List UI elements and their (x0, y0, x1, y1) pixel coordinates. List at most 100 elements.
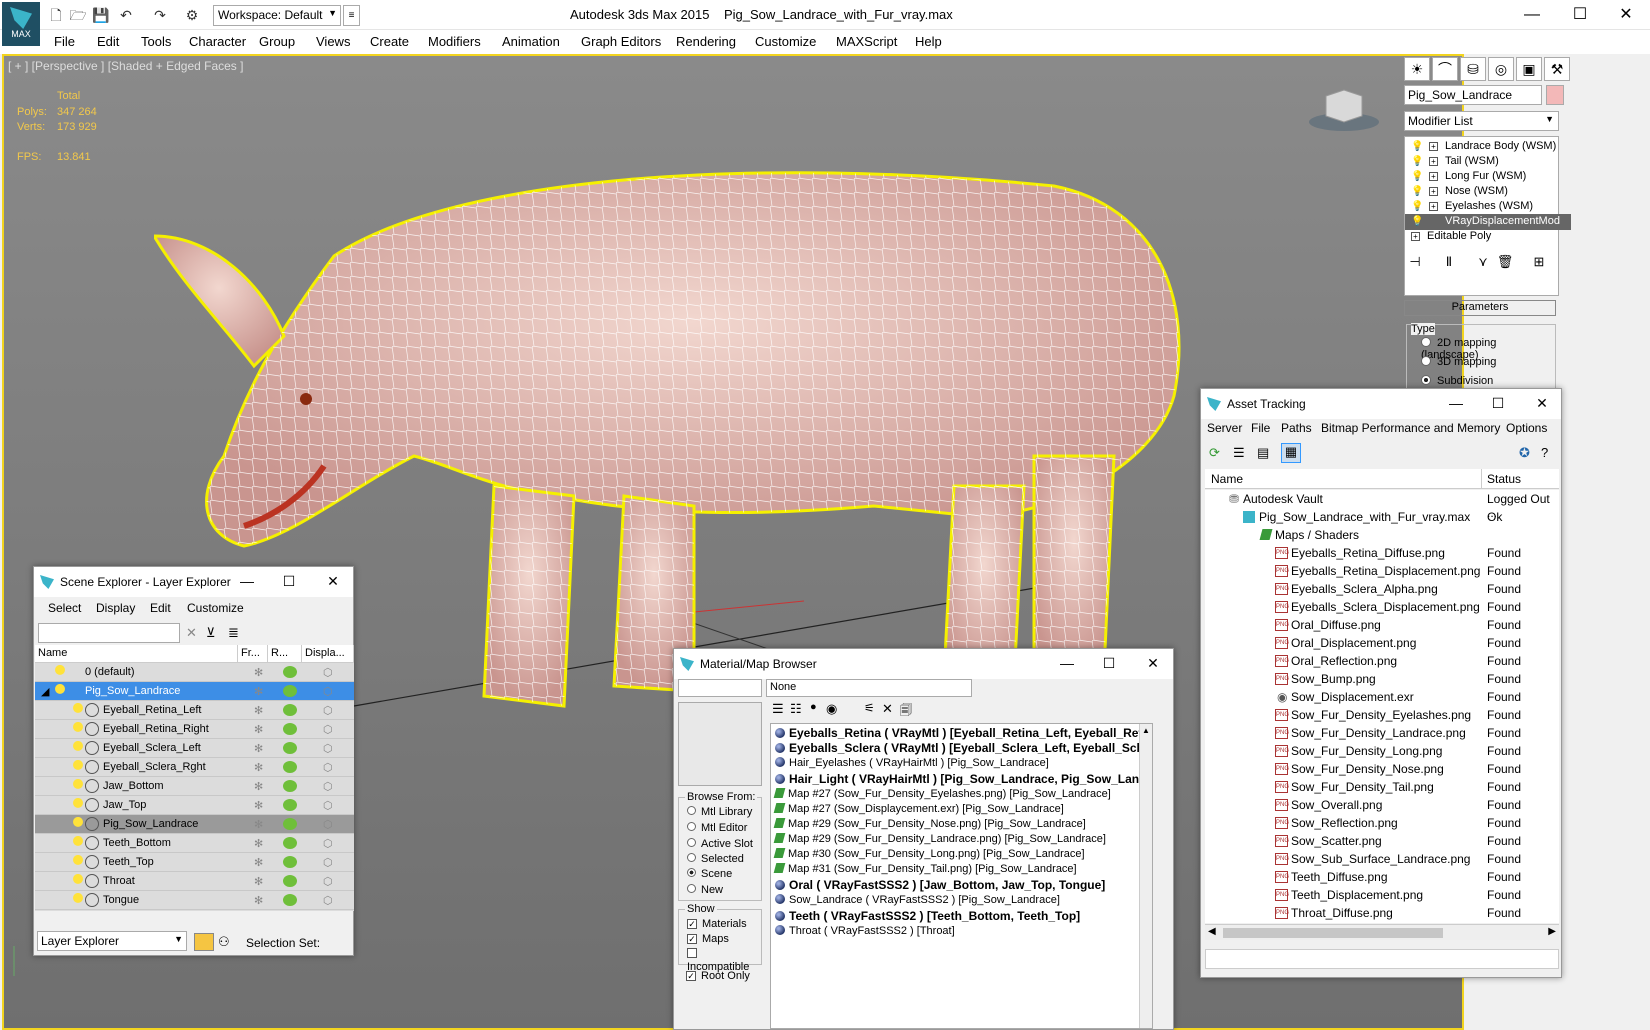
table-row[interactable]: PNG Sow_Bump.png Found (1205, 670, 1559, 688)
modifier-list-dropdown[interactable]: Modifier List ▼ (1404, 111, 1559, 131)
freeze-icon[interactable]: ✻ (254, 894, 263, 907)
scroll-right-icon[interactable]: ▶ (1548, 926, 1556, 937)
menu-paths[interactable]: Paths (1281, 421, 1312, 435)
tree-row[interactable]: Teeth_Bottom ✻ ⬡ (35, 834, 354, 853)
minimize-button[interactable]: — (232, 573, 262, 589)
column-divider[interactable] (1481, 469, 1482, 489)
workspace-menu-button[interactable]: ≡ (343, 5, 360, 26)
render-icon[interactable] (283, 818, 297, 830)
stack-item-long-fur[interactable]: 💡 + Long Fur (WSM) (1405, 169, 1571, 185)
expand-icon[interactable]: + (1429, 202, 1438, 211)
delete-icon[interactable]: ✕ (882, 701, 893, 717)
menu-file[interactable]: File (54, 34, 75, 49)
redo-icon[interactable]: ↷ (150, 5, 170, 25)
bulb-icon[interactable] (73, 836, 83, 850)
material-name-field[interactable]: None (766, 679, 972, 697)
bulb-icon[interactable] (73, 798, 83, 812)
sphere-icon[interactable]: ◉ (826, 701, 837, 717)
radio-3d-mapping[interactable]: 3D mapping (1421, 356, 1496, 368)
menu-views[interactable]: Views (316, 34, 350, 49)
freeze-icon[interactable]: ✻ (254, 818, 263, 831)
options-icon[interactable]: ≣ (228, 625, 239, 641)
freeze-icon[interactable]: ✻ (254, 704, 263, 717)
list-icon[interactable]: ☰ (1233, 445, 1245, 461)
display-icon[interactable]: ⬡ (323, 875, 333, 888)
menu-select[interactable]: Select (48, 601, 81, 615)
freeze-icon[interactable]: ✻ (254, 856, 263, 869)
tree-row[interactable]: Pig_Sow_Landrace ✻ ⬡ (35, 815, 354, 834)
list-item[interactable]: Eyeballs_Retina ( VRayMtl ) [Eyeball_Ret… (775, 726, 1152, 740)
list-item[interactable]: Throat ( VRayFastSSS2 ) [Throat] (775, 925, 955, 937)
tree-row[interactable]: Eyeball_Sclera_Left ✻ ⬡ (35, 739, 354, 758)
table-row[interactable]: PNG Teeth_Diffuse.png Found (1205, 868, 1559, 886)
display-icon[interactable]: ⬡ (323, 837, 333, 850)
column-name[interactable]: Name (1211, 472, 1243, 486)
column-frozen[interactable]: Fr... (238, 645, 268, 663)
bulb-icon[interactable]: 💡 (1411, 201, 1423, 213)
minimize-button[interactable]: — (1512, 4, 1552, 26)
pin-stack-icon[interactable]: ⊣ (1404, 254, 1426, 274)
update-icon[interactable]: ⚟ (864, 701, 875, 715)
render-icon[interactable] (283, 875, 297, 887)
menu-modifiers[interactable]: Modifiers (428, 34, 481, 49)
freeze-icon[interactable]: ✻ (254, 742, 263, 755)
hierarchy-mode-icon[interactable]: ⚇ (218, 934, 230, 950)
bulb-icon[interactable] (73, 817, 83, 831)
stack-item-editable-poly[interactable]: + Editable Poly (1405, 229, 1571, 245)
material-browser-titlebar[interactable]: Material/Map Browser — ☐ ✕ (674, 649, 1173, 679)
table-row[interactable]: PNG Throat_Diffuse.png Found (1205, 904, 1559, 922)
freeze-icon[interactable]: ✻ (254, 799, 263, 812)
scroll-thumb[interactable] (1223, 928, 1443, 938)
expand-icon[interactable]: + (1429, 157, 1438, 166)
undo-icon[interactable]: ↶ (116, 5, 136, 25)
menu-file[interactable]: File (1251, 421, 1270, 435)
display-icon[interactable]: ⬡ (323, 818, 333, 831)
render-icon[interactable] (283, 894, 297, 906)
table-row[interactable]: PNG Eyeballs_Retina_Displacement.png Found (1205, 562, 1559, 580)
table-row[interactable]: ◉ Sow_Displacement.exr Found (1205, 688, 1559, 706)
bulb-icon[interactable] (55, 684, 65, 698)
checkbox-root-only[interactable]: ✓ Root Only (686, 970, 750, 982)
menu-character[interactable]: Character (189, 34, 246, 49)
table-row[interactable]: PNG Eyeballs_Retina_Diffuse.png Found (1205, 544, 1559, 562)
expand-icon[interactable]: + (1429, 172, 1438, 181)
freeze-icon[interactable]: ✻ (254, 875, 263, 888)
render-icon[interactable] (283, 761, 297, 773)
explorer-type-dropdown[interactable]: Layer Explorer ▼ (37, 931, 187, 951)
list-item[interactable]: Oral ( VRayFastSSS2 ) [Jaw_Bottom, Jaw_T… (775, 878, 1105, 892)
column-render[interactable]: R... (268, 645, 302, 663)
render-icon[interactable] (283, 742, 297, 754)
menu-edit[interactable]: Edit (150, 601, 171, 615)
table-view-icon[interactable]: ▦ (1281, 443, 1301, 463)
render-icon[interactable] (283, 704, 297, 716)
parameters-rollout[interactable]: Parameters (1404, 300, 1556, 316)
tree-row[interactable]: Jaw_Top ✻ ⬡ (35, 796, 354, 815)
menu-tools[interactable]: Tools (141, 34, 171, 49)
vault-icon[interactable]: ✪ (1519, 445, 1530, 461)
display-icon[interactable]: ⬡ (323, 723, 333, 736)
bulb-icon[interactable]: 💡 (1411, 141, 1423, 153)
tree-row[interactable]: 0 (default) ✻ ⬡ (35, 663, 354, 682)
close-button[interactable]: ✕ (1527, 395, 1557, 412)
menu-rendering[interactable]: Rendering (676, 34, 736, 49)
save-icon[interactable]: 💾 (91, 5, 111, 25)
stack-item-vray-displacement[interactable]: 💡 VRayDisplacementMod (1405, 214, 1571, 230)
bulb-icon[interactable] (73, 855, 83, 869)
open-file-icon[interactable]: 🗁 (68, 5, 88, 25)
list-item[interactable]: Sow_Landrace ( VRayFastSSS2 ) [Pig_Sow_L… (775, 894, 1060, 906)
tree-row[interactable]: Eyeball_Sclera_Rght ✻ ⬡ (35, 758, 354, 777)
list-item[interactable]: Map #27 (Sow_Fur_Density_Eyelashes.png) … (773, 788, 1111, 800)
table-row[interactable]: PNG Oral_Diffuse.png Found (1205, 616, 1559, 634)
table-row[interactable]: PNG Eyeballs_Sclera_Displacement.png Found (1205, 598, 1559, 616)
list-item[interactable]: Hair_Eyelashes ( VRayHairMtl ) [Pig_Sow_… (775, 757, 1049, 769)
display-icon[interactable]: ⬡ (323, 856, 333, 869)
tree-row[interactable]: Jaw_Bottom ✻ ⬡ (35, 777, 354, 796)
menu-customize[interactable]: Customize (755, 34, 816, 49)
menu-graph-editors[interactable]: Graph Editors (581, 34, 661, 49)
tree-row[interactable]: Eyeball_Retina_Left ✻ ⬡ (35, 701, 354, 720)
expand-icon[interactable]: + (1411, 232, 1420, 241)
dot-icon[interactable]: ● (810, 701, 817, 713)
column-display[interactable]: Displa... (302, 645, 354, 663)
copy-icon[interactable]: 🗐 (900, 701, 912, 722)
table-row[interactable]: PNG Sow_Fur_Density_Eyelashes.png Found (1205, 706, 1559, 724)
